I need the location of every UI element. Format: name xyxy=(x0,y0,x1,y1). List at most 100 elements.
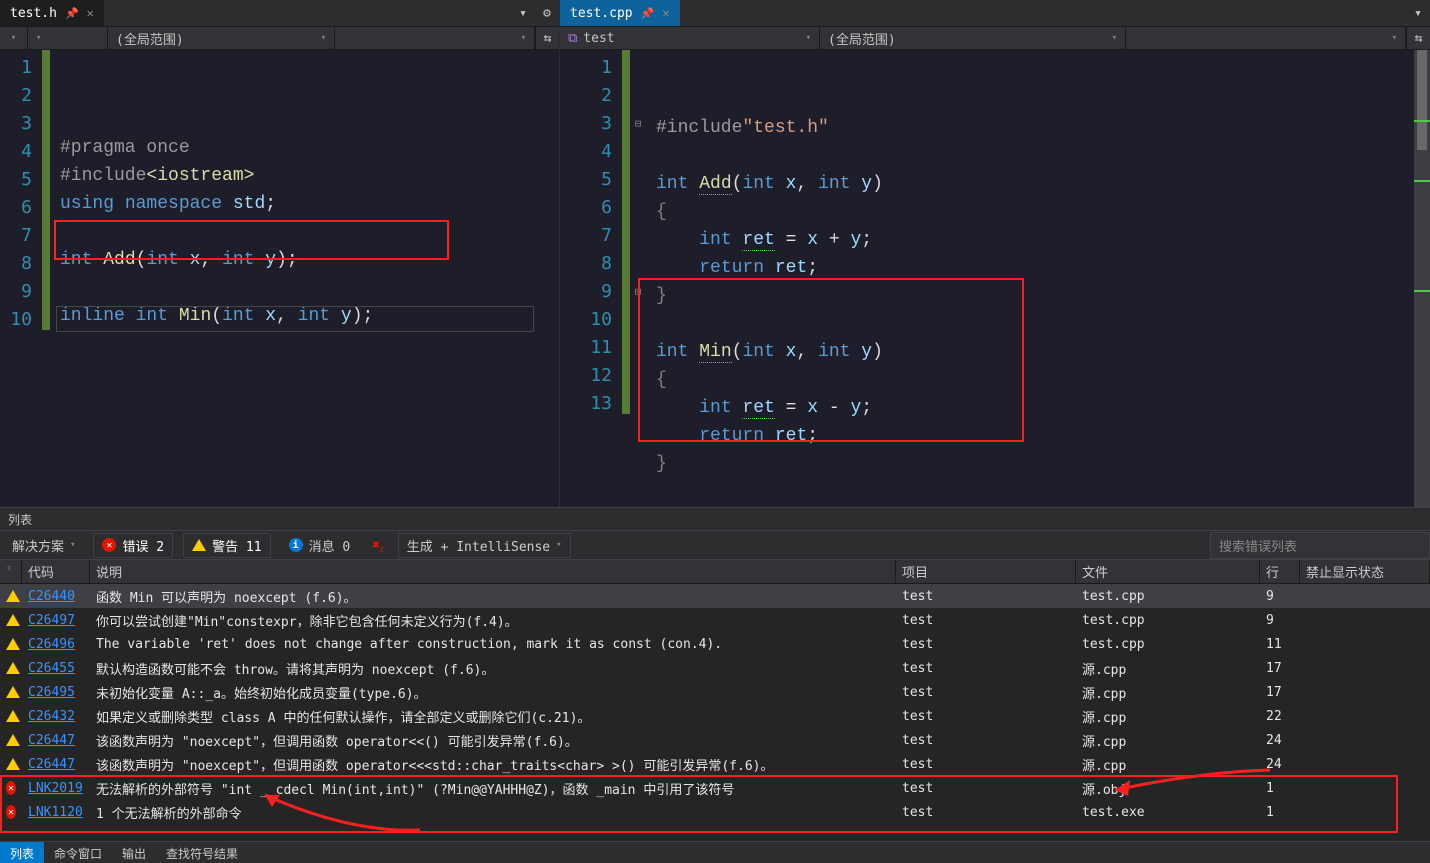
header-project[interactable]: 项目 xyxy=(896,560,1076,583)
code-area-right[interactable]: 12345678910111213 ⊟⊟ #include"test.h"int… xyxy=(560,50,1430,507)
fold-toggle[interactable] xyxy=(630,390,646,418)
error-row[interactable]: C26496The variable 'ret' does not change… xyxy=(0,632,1430,656)
error-grid[interactable]: ᵀ 代码 说明 项目 文件 行 禁止显示状态 C26440 函数 Min 可以声明… xyxy=(0,560,1430,841)
fold-toggle[interactable] xyxy=(630,250,646,278)
error-row[interactable]: C26447该函数声明为 "noexcept"，但调用函数 operator<<… xyxy=(0,752,1430,776)
error-code-link[interactable]: LNK1120 xyxy=(28,805,83,820)
error-file: 源.cpp xyxy=(1076,704,1260,728)
tab-test-cpp[interactable]: test.cpp 📌 ✕ xyxy=(560,0,681,26)
messages-pill[interactable]: i 消息 0 xyxy=(281,534,359,557)
fold-toggle[interactable]: ⊟ xyxy=(630,278,646,306)
pin-icon[interactable]: 📌 xyxy=(641,7,655,20)
error-code-link[interactable]: C26495 xyxy=(28,685,75,700)
error-code-link[interactable]: C26447 xyxy=(28,757,75,772)
errors-pill[interactable]: ✕ 错误 2 xyxy=(93,533,173,558)
error-row[interactable]: C26497你可以尝试创建"Min"constexpr，除非它包含任何未定义行为… xyxy=(0,608,1430,632)
clear-filter-icon[interactable]: ✖ᵪ xyxy=(368,537,388,553)
header-suppress[interactable]: 禁止显示状态 xyxy=(1300,560,1430,583)
error-description: 函数 Min 可以声明为 noexcept (f.6)。 xyxy=(90,584,896,608)
bottom-tab[interactable]: 命令窗口 xyxy=(44,842,112,863)
bottom-tab[interactable]: 列表 xyxy=(0,842,44,863)
split-icon[interactable]: ⇆ xyxy=(1406,27,1430,49)
error-code-link[interactable]: C26455 xyxy=(28,661,75,676)
error-row[interactable]: C26447该函数声明为 "noexcept"，但调用函数 operator<<… xyxy=(0,728,1430,752)
error-suppress xyxy=(1300,704,1430,728)
code-area-left[interactable]: 12345678910 #pragma once#include<iostrea… xyxy=(0,50,559,507)
error-code-link[interactable]: C26432 xyxy=(28,709,75,724)
nav-member[interactable]: ▾ xyxy=(1126,27,1406,49)
fold-toggle[interactable] xyxy=(630,194,646,222)
nav-project[interactable]: ⧉ test ▾ xyxy=(560,27,820,49)
header-severity[interactable]: ᵀ xyxy=(0,560,22,583)
warning-icon xyxy=(6,686,20,698)
build-filter[interactable]: 生成 + IntelliSense▾ xyxy=(398,533,571,558)
vertical-scrollbar[interactable] xyxy=(1414,50,1430,507)
nav-member[interactable]: ▾ xyxy=(335,27,535,49)
fold-column[interactable]: ⊟⊟ xyxy=(630,50,646,507)
error-description: 未初始化变量 A::_a。始终初始化成员变量(type.6)。 xyxy=(90,680,896,704)
error-file: test.cpp xyxy=(1076,584,1260,608)
solution-filter[interactable]: 解决方案▾ xyxy=(4,534,83,557)
editor-split: test.h 📌 ✕ ▾ ⚙ ▾ ▾ (全局范围) ▾ ▾ ⇆ 12345678… xyxy=(0,0,1430,507)
fold-toggle[interactable] xyxy=(630,222,646,250)
error-description: 如果定义或删除类型 class A 中的任何默认操作，请全部定义或删除它们(c.… xyxy=(90,704,896,728)
fold-toggle[interactable] xyxy=(630,54,646,82)
error-row[interactable]: C26455默认构造函数可能不会 throw。请将其声明为 noexcept (… xyxy=(0,656,1430,680)
panel-title: 列表 xyxy=(0,508,1430,530)
error-row[interactable]: C26432 如果定义或删除类型 class A 中的任何默认操作，请全部定义或删… xyxy=(0,704,1430,728)
error-project: test xyxy=(896,704,1076,728)
error-project: test xyxy=(896,800,1076,824)
current-line-indicator xyxy=(56,306,534,332)
header-desc[interactable]: 说明 xyxy=(90,560,896,583)
nav-history[interactable]: ▾ xyxy=(0,27,28,49)
error-code-link[interactable]: LNK2019 xyxy=(28,781,83,796)
warnings-pill[interactable]: 警告 11 xyxy=(183,533,270,558)
warning-icon xyxy=(6,734,20,746)
fold-toggle[interactable] xyxy=(630,334,646,362)
error-file: test.cpp xyxy=(1076,632,1260,656)
fold-toggle[interactable] xyxy=(630,138,646,166)
error-code-link[interactable]: C26496 xyxy=(28,637,75,652)
error-code-link[interactable]: C26440 xyxy=(28,589,75,604)
fold-toggle[interactable] xyxy=(630,362,646,390)
fold-toggle[interactable] xyxy=(630,166,646,194)
error-line: 1 xyxy=(1260,800,1300,824)
close-icon[interactable]: ✕ xyxy=(87,6,94,20)
error-line: 24 xyxy=(1260,752,1300,776)
chevron-down-icon[interactable]: ▾ xyxy=(1406,0,1430,26)
error-code-link[interactable]: C26447 xyxy=(28,733,75,748)
chevron-down-icon[interactable]: ▾ xyxy=(511,0,535,26)
error-file: 源.cpp xyxy=(1076,656,1260,680)
code-text[interactable]: #pragma once#include<iostream>using name… xyxy=(50,50,559,507)
tab-test-h[interactable]: test.h 📌 ✕ xyxy=(0,0,105,26)
tab-bar-right: test.cpp 📌 ✕ ▾ xyxy=(560,0,1430,26)
fold-toggle[interactable] xyxy=(630,306,646,334)
header-line[interactable]: 行 xyxy=(1260,560,1300,583)
nav-type[interactable]: ▾ xyxy=(28,27,108,49)
bottom-tab[interactable]: 查找符号结果 xyxy=(156,842,248,863)
search-input[interactable]: 搜索错误列表 xyxy=(1210,532,1430,559)
gear-icon[interactable]: ⚙ xyxy=(535,0,559,26)
error-project: test xyxy=(896,728,1076,752)
pin-icon[interactable]: 📌 xyxy=(65,7,79,20)
error-row[interactable]: C26495未初始化变量 A::_a。始终初始化成员变量(type.6)。tes… xyxy=(0,680,1430,704)
bottom-tab[interactable]: 输出 xyxy=(112,842,156,863)
error-row[interactable]: ✕LNK2019无法解析的外部符号 "int __cdecl Min(int,i… xyxy=(0,776,1430,800)
split-icon[interactable]: ⇆ xyxy=(535,27,559,49)
close-icon[interactable]: ✕ xyxy=(662,6,669,20)
error-code-link[interactable]: C26497 xyxy=(28,613,75,628)
error-line: 17 xyxy=(1260,680,1300,704)
error-suppress xyxy=(1300,800,1430,824)
error-row[interactable]: C26440函数 Min 可以声明为 noexcept (f.6)。testte… xyxy=(0,584,1430,608)
tab-bar-left: test.h 📌 ✕ ▾ ⚙ xyxy=(0,0,559,26)
error-row[interactable]: ✕LNK11201 个无法解析的外部命令testtest.exe1 xyxy=(0,800,1430,824)
header-file[interactable]: 文件 xyxy=(1076,560,1260,583)
nav-scope[interactable]: (全局范围) ▾ xyxy=(108,27,335,49)
code-text[interactable]: #include"test.h"int Add(int x, int y){ i… xyxy=(646,50,1414,507)
warning-icon xyxy=(6,614,20,626)
nav-scope[interactable]: (全局范围) ▾ xyxy=(820,27,1126,49)
fold-toggle[interactable]: ⊟ xyxy=(630,110,646,138)
fold-toggle[interactable] xyxy=(630,82,646,110)
header-code[interactable]: 代码 xyxy=(22,560,90,583)
warning-icon xyxy=(6,662,20,674)
